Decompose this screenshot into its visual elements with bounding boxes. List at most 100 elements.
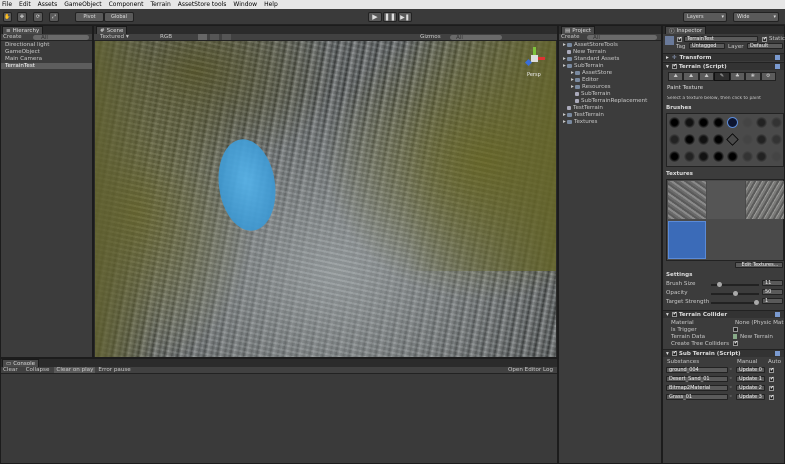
smooth-height-tool-icon[interactable]: ⛰ [698, 72, 715, 81]
object-picker-icon[interactable]: ◦ [729, 376, 732, 382]
tab-project[interactable]: ▤ Project [561, 26, 596, 34]
error-pause-button[interactable]: Error pause [98, 367, 130, 373]
auto-update-checkbox[interactable] [769, 385, 774, 391]
menu-item[interactable]: AssetStore tools [178, 1, 227, 8]
target-strength-field[interactable]: 1 [762, 298, 783, 304]
auto-update-checkbox[interactable] [769, 376, 774, 382]
brush-shape-icon[interactable] [698, 151, 709, 162]
brush-shape-icon[interactable] [726, 133, 739, 146]
opacity-slider[interactable] [711, 291, 759, 296]
hierarchy-item[interactable]: Directional light [1, 42, 92, 48]
brush-shape-icon[interactable] [712, 151, 724, 162]
scene-audio-toggle[interactable] [222, 34, 231, 40]
substance-field[interactable]: Grass_01 [666, 394, 728, 400]
help-icon[interactable] [775, 55, 780, 60]
step-button[interactable]: ▶❚ [398, 12, 412, 22]
project-item[interactable]: ▸ AssetStoreTools [559, 42, 661, 48]
menu-item[interactable]: GameObject [64, 1, 101, 8]
project-item[interactable]: New Terrain [559, 49, 661, 55]
paint-height-tool-icon[interactable]: ⛰ [683, 72, 699, 81]
collapse-button[interactable]: Collapse [24, 367, 52, 373]
brush-shape-icon[interactable] [741, 134, 753, 145]
paint-details-tool-icon[interactable]: ❀ [745, 72, 761, 81]
collider-enabled-checkbox[interactable] [671, 311, 677, 317]
scale-tool-button[interactable]: ⤢ [49, 12, 59, 22]
scene-fx-toggle[interactable] [210, 34, 219, 40]
brush-size-knob[interactable] [717, 282, 722, 287]
opacity-knob[interactable] [733, 291, 738, 296]
clear-on-play-button[interactable]: Clear on play [54, 367, 96, 373]
brush-size-slider[interactable] [711, 282, 759, 287]
layers-dropdown[interactable]: Layers ▾ [683, 12, 727, 22]
tab-hierarchy[interactable]: ≡ Hierarchy [2, 26, 44, 34]
hand-tool-button[interactable]: ✋ [3, 12, 12, 22]
opacity-field[interactable]: 50 [762, 289, 783, 295]
tab-inspector[interactable]: ⓘ Inspector [665, 26, 707, 35]
menu-item[interactable]: File [2, 1, 12, 8]
scene-search-input[interactable]: All [450, 35, 502, 41]
project-item[interactable]: ▸ Textures [559, 119, 661, 125]
brush-shape-icon[interactable] [698, 134, 709, 145]
edit-textures-button[interactable]: Edit Textures... [735, 262, 783, 268]
brush-shape-icon[interactable] [741, 151, 753, 162]
gizmos-dropdown[interactable]: Gizmos [420, 34, 441, 40]
tab-console[interactable]: ▭ Console [2, 359, 40, 367]
project-item[interactable]: ▸ TestTerrain [559, 112, 661, 118]
pause-button[interactable]: ❚❚ [383, 12, 397, 22]
tag-dropdown[interactable]: Untagged [689, 43, 725, 49]
substance-field[interactable]: ground_004 [666, 367, 728, 373]
paint-texture-tool-icon[interactable]: ✎ [714, 72, 730, 81]
update-button[interactable]: Update 2 [736, 385, 765, 391]
auto-update-checkbox[interactable] [769, 394, 774, 400]
brush-shape-icon[interactable] [756, 117, 767, 128]
target-strength-slider[interactable] [711, 300, 759, 305]
project-item[interactable]: SubTerrainReplacement [559, 98, 661, 104]
menu-item[interactable]: Component [109, 1, 144, 8]
menu-item[interactable]: Assets [38, 1, 58, 8]
layout-dropdown[interactable]: Wide ▾ [733, 12, 779, 22]
brush-shape-icon[interactable] [669, 134, 680, 145]
texture-thumb-empty[interactable] [707, 181, 745, 219]
terrain-enabled-checkbox[interactable] [671, 63, 677, 69]
object-picker-icon[interactable]: ◦ [729, 394, 732, 400]
hierarchy-search-input[interactable]: All [33, 35, 89, 41]
project-item[interactable]: ▸ Editor [559, 77, 661, 83]
brush-shape-icon[interactable] [669, 117, 680, 128]
substance-field[interactable]: Desert_Sand_01 [666, 376, 728, 382]
open-editor-log-button[interactable]: Open Editor Log [508, 367, 553, 373]
static-checkbox[interactable] [762, 36, 767, 42]
texture-thumb-selected[interactable] [668, 221, 706, 259]
terrain-data-field[interactable]: New Terrain [740, 334, 773, 340]
help-icon[interactable] [775, 312, 780, 317]
project-create-dropdown[interactable]: Create [561, 34, 580, 40]
hierarchy-item[interactable]: Main Camera [1, 56, 92, 62]
update-button[interactable]: Update 3 [736, 394, 765, 400]
scene-lighting-toggle[interactable] [198, 34, 207, 40]
project-search-input[interactable]: All [587, 35, 657, 41]
brush-shape-icon[interactable] [683, 117, 695, 128]
tab-scene[interactable]: # Scene [96, 26, 128, 34]
brush-shape-icon[interactable] [741, 117, 753, 128]
is-trigger-checkbox[interactable] [733, 327, 738, 332]
clear-button[interactable]: Clear [3, 367, 18, 373]
update-button[interactable]: Update 1 [736, 376, 765, 382]
render-mode-dropdown[interactable]: RGB [160, 34, 172, 40]
brush-shape-icon[interactable] [727, 117, 738, 128]
menu-item[interactable]: Help [264, 1, 278, 8]
brush-shape-icon[interactable] [712, 134, 724, 145]
project-item[interactable]: ▸ Resources [559, 84, 661, 90]
hierarchy-item[interactable]: GameObject [1, 49, 92, 55]
subterrain-script-header[interactable]: ▾ Sub Terrain (Script) [663, 349, 784, 357]
raise-lower-tool-icon[interactable]: ⛰ [668, 72, 684, 81]
brush-shape-icon[interactable] [712, 117, 724, 128]
object-name-field[interactable]: TerrainTest [684, 36, 758, 42]
auto-update-checkbox[interactable] [769, 367, 774, 373]
brush-shape-icon[interactable] [756, 134, 767, 145]
brush-shape-icon[interactable] [683, 134, 695, 145]
help-icon[interactable] [775, 64, 780, 69]
object-picker-icon[interactable]: ◦ [729, 367, 732, 373]
place-trees-tool-icon[interactable]: ♣ [729, 72, 746, 81]
brush-shape-icon[interactable] [770, 134, 782, 145]
menu-item[interactable]: Window [233, 1, 257, 8]
brush-shape-icon[interactable] [727, 151, 738, 162]
